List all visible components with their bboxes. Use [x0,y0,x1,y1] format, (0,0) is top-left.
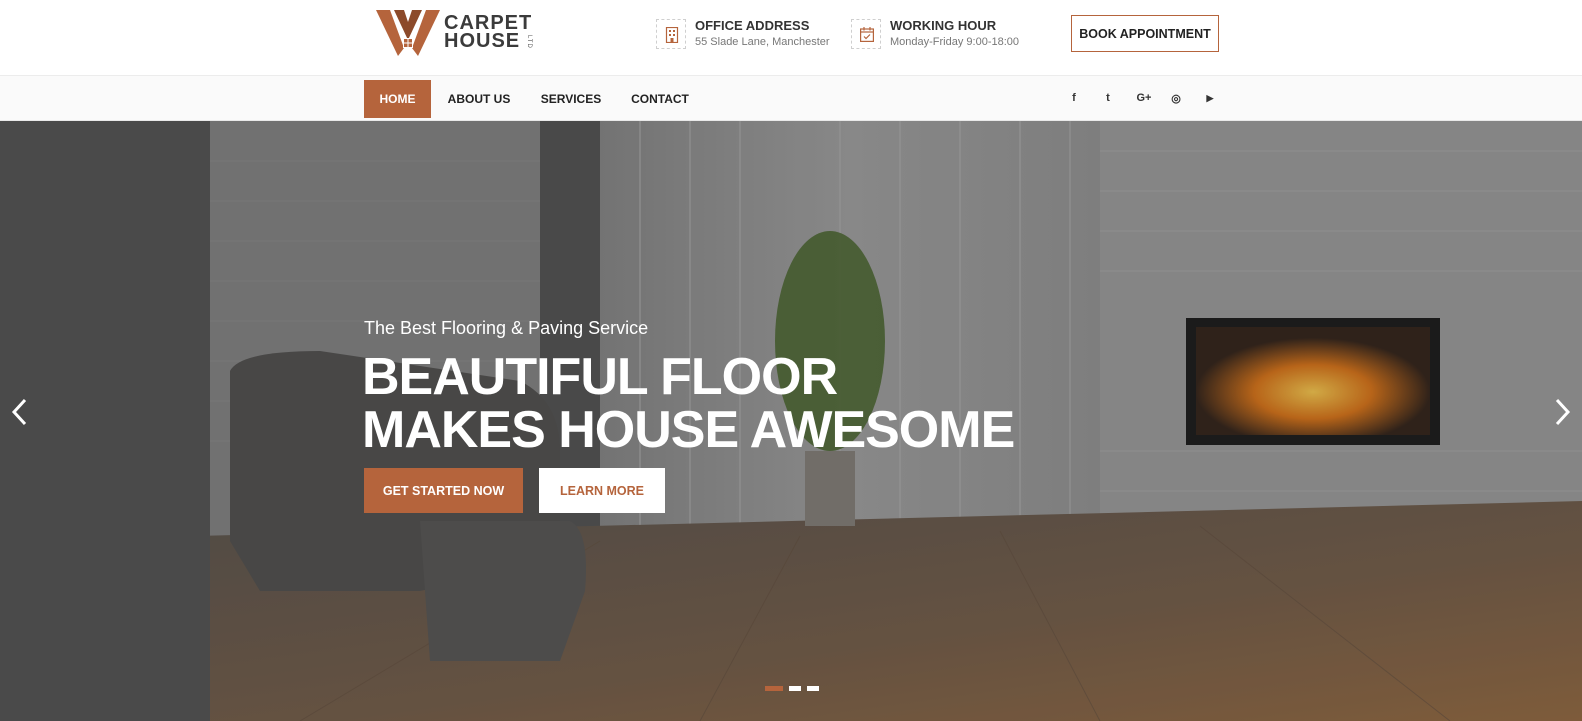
google-plus-icon[interactable]: G+ [1134,90,1154,106]
get-started-button[interactable]: GET STARTED NOW [364,468,523,513]
twitter-icon[interactable]: t [1100,90,1116,106]
logo-mark-icon [376,10,440,56]
logo-line2: HOUSE [444,30,521,52]
hero-headline: BEAUTIFUL FLOOR MAKES HOUSE AWESOME [362,348,1015,459]
nav-item-home[interactable]: HOME [364,80,431,118]
logo[interactable]: CARPET HOUSE LTD [376,8,538,58]
nav-item-contact[interactable]: CONTACT [627,80,693,118]
main-navigation: HOME ABOUT US SERVICES CONTACT f t G+ ◎ … [0,76,1582,121]
book-appointment-button[interactable]: BOOK APPOINTMENT [1071,15,1219,52]
top-header: CARPET HOUSE LTD OFFICE ADDRESS 55 Slade… [0,0,1582,76]
working-hour-title: WORKING HOUR [890,18,997,33]
slide-dot-1[interactable] [765,686,783,691]
building-icon [656,19,686,49]
hero-slider: The Best Flooring & Paving Service BEAUT… [0,121,1582,721]
calendar-check-icon [851,19,881,49]
slide-dot-3[interactable] [807,686,819,691]
instagram-icon[interactable]: ◎ [1168,90,1184,106]
hero-subtitle: The Best Flooring & Paving Service [364,318,649,338]
chevron-right-icon[interactable] [1548,394,1576,430]
office-address-value: 55 Slade Lane, Manchester [695,36,830,48]
logo-suffix: LTD [526,35,532,49]
office-address-title: OFFICE ADDRESS [695,18,810,33]
hero-headline-line2: MAKES HOUSE AWESOME [362,401,1015,459]
working-hour-value: Monday-Friday 9:00-18:00 [890,36,1020,48]
nav-item-services[interactable]: SERVICES [537,80,605,118]
chevron-left-icon[interactable] [6,394,34,430]
nav-item-about-us[interactable]: ABOUT US [443,80,515,118]
logo-text: CARPET HOUSE [444,13,532,52]
hero-headline-line1: BEAUTIFUL FLOOR [362,348,838,406]
youtube-icon[interactable]: ▶ [1202,90,1218,106]
learn-more-button[interactable]: LEARN MORE [539,468,665,513]
facebook-icon[interactable]: f [1066,90,1082,106]
slide-dot-2[interactable] [789,686,801,691]
